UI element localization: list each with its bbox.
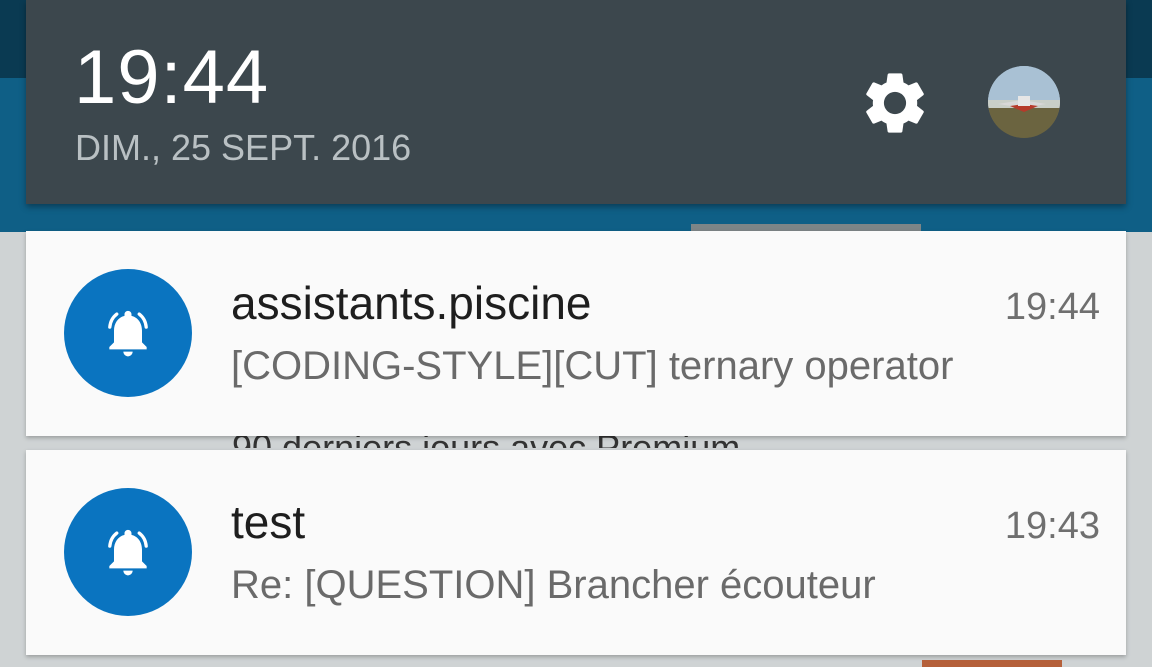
notification-title: test — [231, 496, 306, 548]
notification-text: Re: [QUESTION] Brancher écouteur — [231, 563, 876, 607]
notification-card[interactable]: assistants.piscine [CODING-STYLE][CUT] t… — [26, 231, 1126, 436]
bell-ringing-icon — [64, 269, 192, 397]
background-accent-strip — [922, 660, 1062, 667]
gear-icon[interactable] — [858, 66, 932, 140]
notification-time: 19:44 — [1004, 286, 1100, 328]
notification-card[interactable]: test Re: [QUESTION] Brancher écouteur 19… — [26, 450, 1126, 655]
clock-time: 19:44 — [74, 35, 270, 120]
clock-date: DIM., 25 SEPT. 2016 — [75, 127, 412, 168]
avatar[interactable] — [988, 66, 1060, 138]
notification-title: assistants.piscine — [231, 277, 592, 329]
bell-ringing-icon — [64, 488, 192, 616]
background-scroll-indicator — [691, 224, 921, 231]
notification-time: 19:43 — [1004, 505, 1100, 547]
notification-text: [CODING-STYLE][CUT] ternary operator — [231, 344, 954, 388]
notification-shade-header: 19:44 DIM., 25 SEPT. 2016 — [26, 0, 1126, 204]
avatar-photo-icon — [988, 66, 1060, 138]
